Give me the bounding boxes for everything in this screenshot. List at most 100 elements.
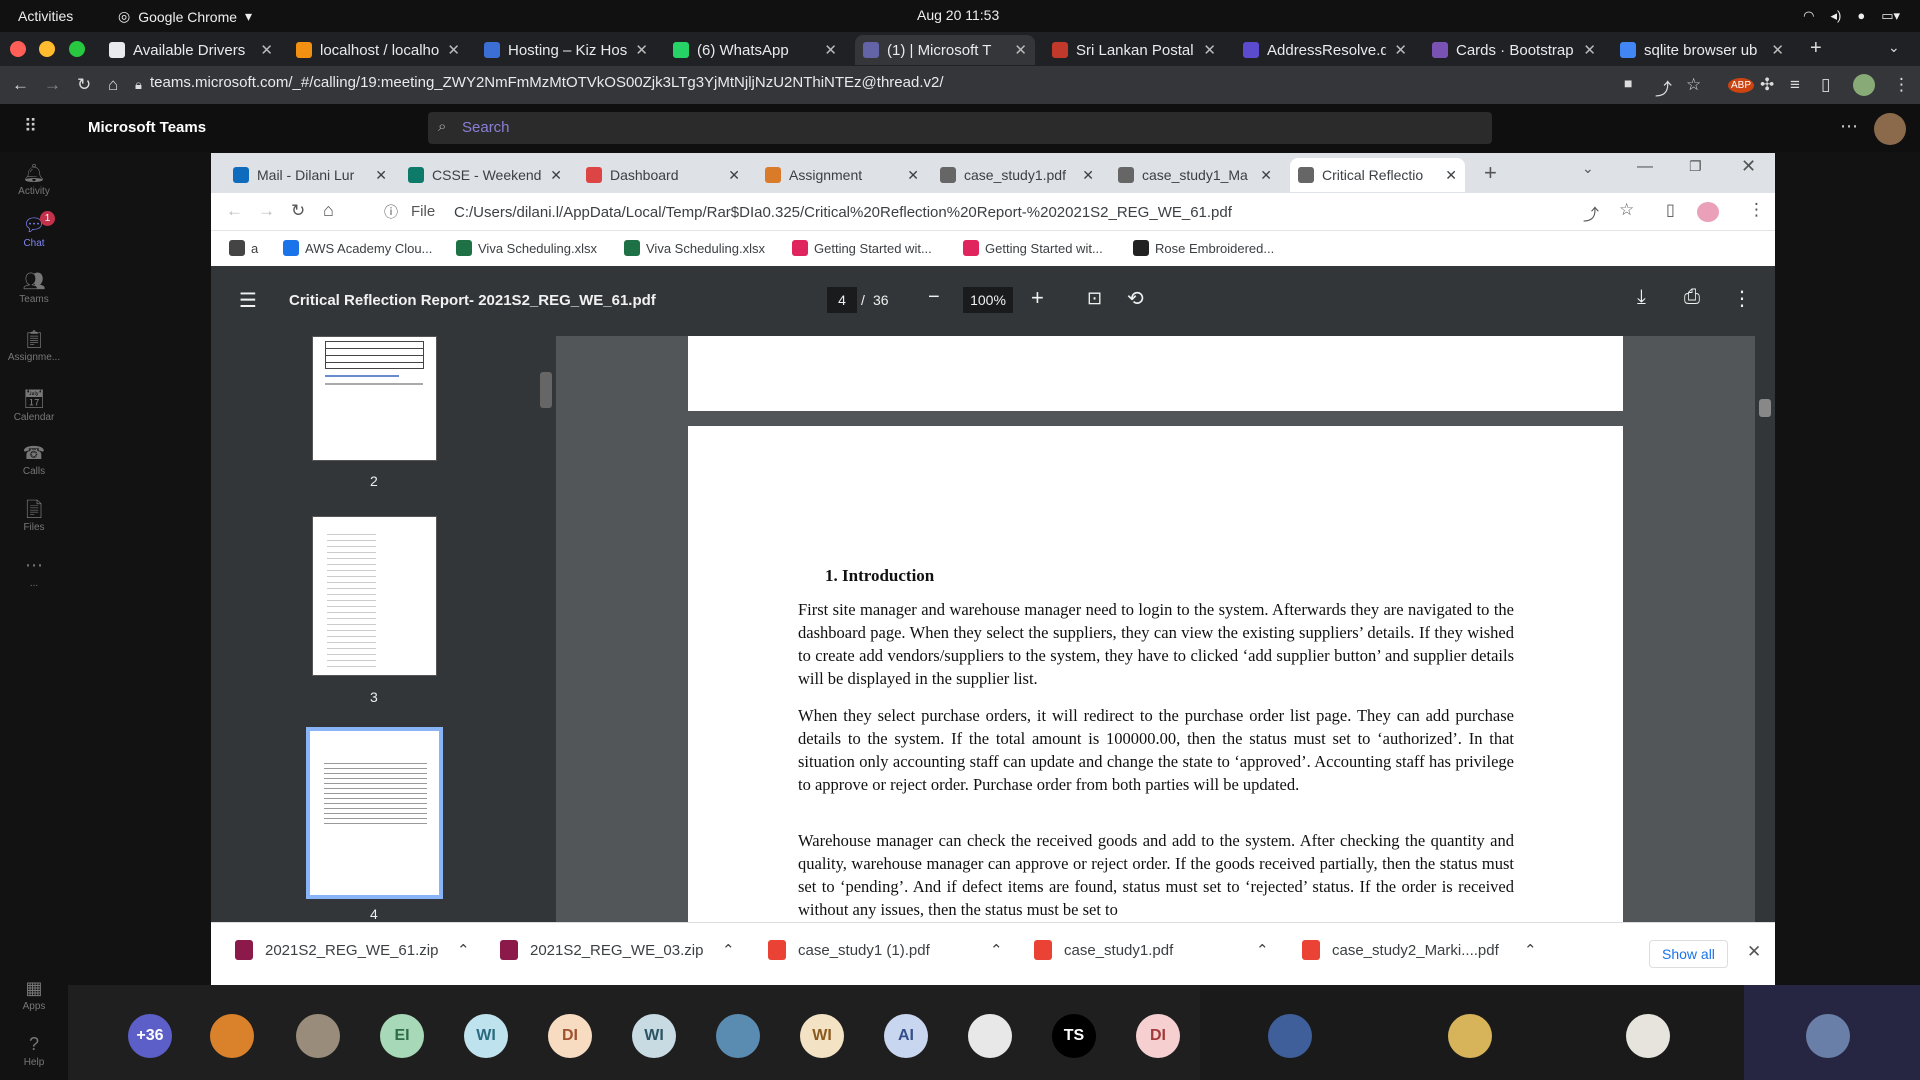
teams-search-input[interactable]: ⌕ Search [428, 112, 1492, 144]
inner-tab[interactable]: Assignment ✕ [757, 158, 927, 192]
participant-avatar[interactable]: DI [1136, 1014, 1180, 1058]
chevron-up-icon[interactable]: ⌃ [457, 941, 470, 959]
minimize-window-button[interactable] [39, 41, 55, 57]
tab-close-icon[interactable]: ✕ [824, 41, 837, 59]
participant-avatar[interactable] [210, 1014, 254, 1058]
outer-tab[interactable]: Available Drivers ✕ [101, 35, 281, 65]
system-tray[interactable]: ◠ ◂) ● ▭▾ [1803, 8, 1900, 24]
participant-avatar[interactable]: DI [548, 1014, 592, 1058]
inner-sidepanel-icon[interactable]: ▯ [1666, 200, 1675, 220]
inner-home-icon[interactable]: ⌂ [323, 200, 334, 221]
user-avatar[interactable] [1874, 113, 1906, 145]
outer-tab[interactable]: (6) WhatsApp ✕ [665, 35, 845, 65]
media-icon[interactable]: ≡ [1790, 75, 1800, 95]
print-icon[interactable]: ⎙ [1684, 286, 1700, 309]
tab-close-icon[interactable]: ✕ [1394, 41, 1407, 59]
tab-close-icon[interactable]: ✕ [728, 167, 740, 184]
thumbnail-page-4-selected[interactable] [306, 727, 443, 899]
zoom-in-icon[interactable]: + [1031, 285, 1044, 311]
inner-share-icon[interactable]: ⤴ [1583, 201, 1599, 225]
inner-restore-icon[interactable]: ❐ [1689, 158, 1702, 175]
inner-profile-avatar[interactable] [1697, 202, 1719, 222]
tab-close-icon[interactable]: ✕ [907, 167, 919, 184]
info-icon[interactable]: ⓘ [384, 202, 398, 222]
app-launcher-icon[interactable]: ⠿ [24, 116, 37, 137]
home-icon[interactable]: ⌂ [108, 75, 118, 95]
rail-item-calls[interactable]: ☎ Calls [0, 443, 68, 477]
inner-new-tab-button[interactable]: + [1484, 160, 1497, 186]
rail-item-activity[interactable]: 🔔︎ Activity [0, 163, 68, 197]
participant-avatar[interactable] [716, 1014, 760, 1058]
inner-tab[interactable]: CSSE - Weekend ✕ [400, 158, 570, 192]
thumbnail-page-3[interactable] [312, 516, 437, 676]
outer-tab[interactable]: sqlite browser ub ✕ [1612, 35, 1792, 65]
participant-avatar[interactable]: WI [800, 1014, 844, 1058]
inner-tab[interactable]: Mail - Dilani Lur ✕ [225, 158, 395, 192]
bookmark-item[interactable]: Viva Scheduling.xlsx [456, 240, 597, 256]
rotate-icon[interactable]: ⟲ [1127, 286, 1144, 311]
outer-tab[interactable]: AddressResolve.d ✕ [1235, 35, 1415, 65]
inner-address-bar[interactable]: C:/Users/dilani.l/AppData/Local/Temp/Rar… [454, 204, 1232, 221]
participant-avatar[interactable] [968, 1014, 1012, 1058]
chevron-up-icon[interactable]: ⌃ [722, 941, 735, 959]
download-item[interactable]: case_study1 (1).pdf ⌃ [768, 940, 1003, 960]
close-downloads-icon[interactable]: ✕ [1747, 942, 1761, 962]
inner-back-icon[interactable]: ← [226, 201, 243, 221]
maximize-window-button[interactable] [69, 41, 85, 57]
participant-avatar[interactable] [1626, 1014, 1670, 1058]
inner-minimize-icon[interactable]: — [1637, 158, 1653, 176]
rail-item-apps[interactable]: ▦ Apps [0, 978, 68, 1012]
share-icon[interactable]: ⤴ [1655, 75, 1672, 100]
inner-close-icon[interactable]: ✕ [1741, 156, 1756, 177]
download-item[interactable]: 2021S2_REG_WE_61.zip ⌃ [235, 940, 470, 960]
download-item[interactable]: case_study1.pdf ⌃ [1034, 940, 1269, 960]
tab-close-icon[interactable]: ✕ [1203, 41, 1216, 59]
inner-menu-icon[interactable]: ⋮ [1748, 200, 1765, 220]
back-icon[interactable]: ← [12, 75, 29, 95]
star-icon[interactable]: ☆ [1686, 75, 1701, 95]
bookmark-item[interactable]: a [229, 240, 258, 256]
inner-tab[interactable]: Critical Reflectio ✕ [1290, 158, 1465, 192]
participant-avatar[interactable] [1448, 1014, 1492, 1058]
participant-avatar[interactable]: WI [464, 1014, 508, 1058]
tab-close-icon[interactable]: ✕ [1771, 41, 1784, 59]
tab-close-icon[interactable]: ✕ [1260, 167, 1272, 184]
chevron-up-icon[interactable]: ⌃ [990, 941, 1003, 959]
forward-icon[interactable]: → [44, 75, 61, 95]
hamburger-menu-icon[interactable]: ☰ [239, 288, 257, 313]
participant-avatar[interactable] [296, 1014, 340, 1058]
more-icon[interactable]: ⋯ [1840, 116, 1858, 137]
outer-address-bar[interactable]: teams.microsoft.com/_#/calling/19:meetin… [150, 74, 944, 91]
inner-tab[interactable]: case_study1.pdf ✕ [932, 158, 1102, 192]
extensions-icon[interactable]: ✣ [1760, 75, 1774, 95]
rail-item-files[interactable]: 📄︎ Files [0, 499, 68, 533]
rail-item-[interactable]: ⋯... [0, 555, 68, 589]
bookmark-item[interactable]: Getting Started wit... [963, 240, 1103, 256]
inner-tab-search-icon[interactable]: ⌄ [1582, 160, 1594, 177]
bookmark-item[interactable]: AWS Academy Clou... [283, 240, 432, 256]
inner-tab[interactable]: case_study1_Ma ✕ [1110, 158, 1280, 192]
tab-close-icon[interactable]: ✕ [375, 167, 387, 184]
thumbnail-page-2[interactable] [312, 336, 437, 461]
sidepanel-icon[interactable]: ▯ [1821, 75, 1830, 95]
close-window-button[interactable] [10, 41, 26, 57]
participant-avatar[interactable]: +36 [128, 1014, 172, 1058]
outer-tab[interactable]: Cards · Bootstrap ✕ [1424, 35, 1604, 65]
activities-button[interactable]: Activities [18, 8, 73, 24]
pdf-scrollbar[interactable] [1755, 336, 1775, 922]
fit-page-icon[interactable]: ⊡ [1087, 288, 1102, 309]
app-menu[interactable]: ◎ Google Chrome ▾ [118, 8, 252, 25]
download-item[interactable]: case_study2_Marki....pdf ⌃ [1302, 940, 1537, 960]
bookmark-item[interactable]: Getting Started wit... [792, 240, 932, 256]
outer-tab[interactable]: Sri Lankan Postal ✕ [1044, 35, 1224, 65]
zoom-input[interactable]: 100% [963, 287, 1013, 313]
participant-avatar[interactable]: WI [632, 1014, 676, 1058]
thumbnail-scrollbar[interactable] [536, 336, 556, 922]
participant-avatar[interactable]: AI [884, 1014, 928, 1058]
tab-close-icon[interactable]: ✕ [635, 41, 648, 59]
download-item[interactable]: 2021S2_REG_WE_03.zip ⌃ [500, 940, 735, 960]
rail-item-chat[interactable]: 💬︎ Chat 1 [0, 211, 68, 249]
participant-avatar[interactable] [1806, 1014, 1850, 1058]
outer-tab[interactable]: Hosting – Kiz Host ✕ [476, 35, 656, 65]
tab-close-icon[interactable]: ✕ [260, 41, 273, 59]
